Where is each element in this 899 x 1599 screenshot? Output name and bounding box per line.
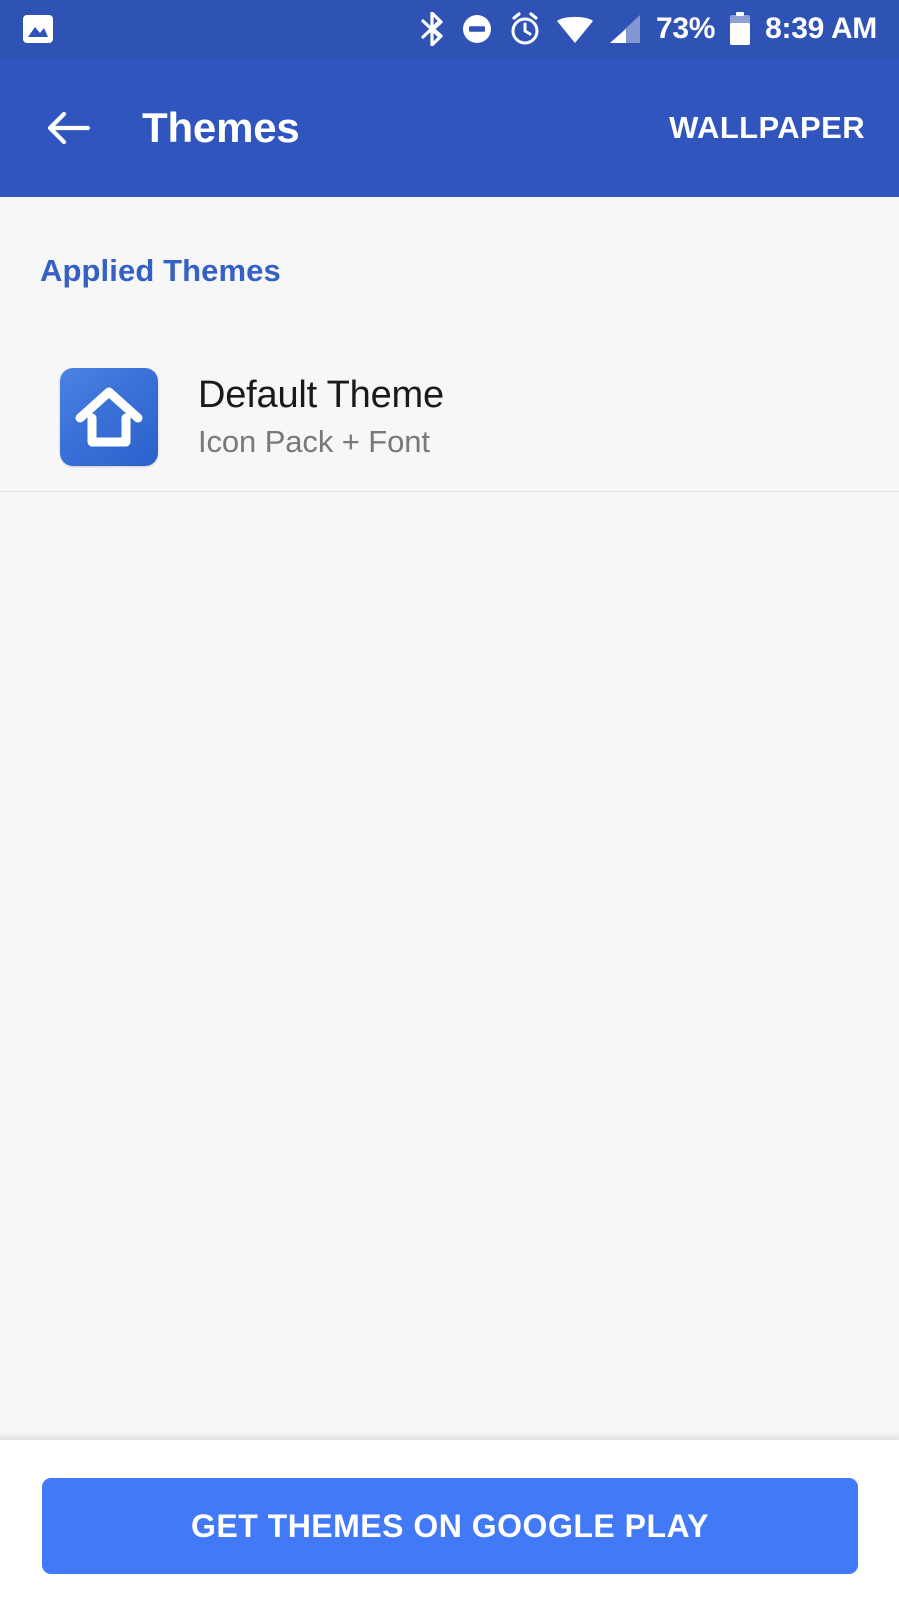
back-button[interactable] (40, 100, 96, 156)
arrow-back-icon (46, 108, 90, 148)
battery-icon (729, 12, 751, 46)
alarm-icon (508, 12, 542, 46)
bottom-action-bar: GET THEMES ON GOOGLE PLAY (0, 1440, 899, 1599)
phone-screen: 73% 8:39 AM Themes WALLPAPER Applied The… (0, 0, 899, 1599)
app-bar: Themes WALLPAPER (0, 58, 899, 197)
status-bar-clock: 8:39 AM (765, 12, 877, 45)
page-title: Themes (142, 103, 300, 151)
do-not-disturb-icon (460, 12, 494, 46)
section-header-applied-themes: Applied Themes (40, 253, 281, 288)
bluetooth-icon (420, 11, 446, 47)
theme-list-item[interactable]: Default Theme Icon Pack + Font (0, 343, 899, 491)
theme-subtitle: Icon Pack + Font (198, 424, 430, 460)
status-bar-notifications (22, 14, 54, 44)
cell-signal-icon (608, 14, 642, 44)
wallpaper-action-button[interactable]: WALLPAPER (663, 98, 871, 157)
get-themes-on-google-play-button[interactable]: GET THEMES ON GOOGLE PLAY (42, 1478, 858, 1574)
status-bar: 73% 8:39 AM (0, 0, 899, 58)
themes-content: Applied Themes Default Theme Icon Pack +… (0, 197, 899, 1440)
theme-text-block: Default Theme Icon Pack + Font (198, 374, 444, 460)
photo-icon (22, 14, 54, 44)
status-bar-system: 73% 8:39 AM (420, 11, 877, 47)
list-divider (0, 491, 899, 492)
theme-icon (60, 368, 158, 466)
wifi-icon (556, 14, 594, 44)
theme-title: Default Theme (198, 373, 444, 416)
battery-percent: 73% (656, 12, 716, 45)
home-theme-icon (72, 380, 146, 454)
